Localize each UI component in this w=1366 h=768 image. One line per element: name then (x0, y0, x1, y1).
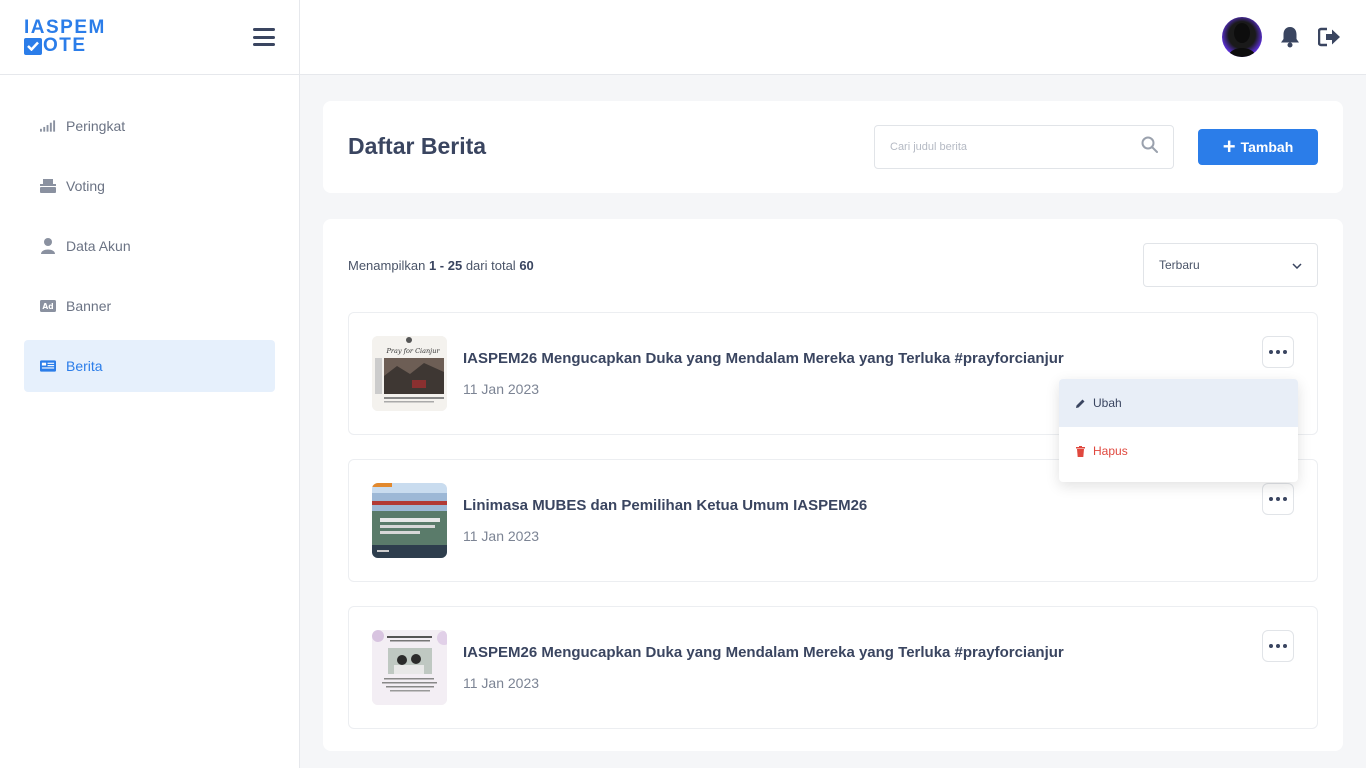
page-header: Daftar Berita + Tambah (323, 101, 1343, 193)
sidebar-nav: Peringkat Voting Data Akun Ad Banner Ber… (0, 75, 299, 392)
chevron-down-icon (1292, 258, 1302, 272)
result-summary: Menampilkan 1 - 25 dari total 60 (348, 258, 534, 273)
news-date: 11 Jan 2023 (463, 675, 540, 691)
user-icon (40, 238, 56, 254)
sidebar-item-banner[interactable]: Ad Banner (24, 280, 275, 332)
trash-icon (1074, 445, 1086, 457)
sidebar-item-label: Data Akun (66, 238, 131, 254)
sidebar-item-label: Banner (66, 298, 112, 314)
sidebar: IASPEM OTE Peringkat Voting Data Akun Ad… (0, 0, 300, 768)
avatar[interactable] (1222, 17, 1262, 57)
sort-value: Terbaru (1159, 258, 1200, 272)
edit-menu-item[interactable]: Ubah (1059, 379, 1298, 427)
sidebar-item-peringkat[interactable]: Peringkat (24, 100, 275, 152)
result-total: 60 (519, 258, 534, 273)
more-options-icon[interactable] (1262, 630, 1294, 662)
brand-logo-line2: OTE (43, 35, 87, 56)
signal-bars-icon (40, 118, 56, 134)
add-news-button[interactable]: + Tambah (1198, 129, 1318, 165)
news-thumbnail (372, 483, 447, 558)
news-thumbnail (372, 630, 447, 705)
delete-label: Hapus (1093, 444, 1128, 458)
search-input[interactable] (890, 141, 1141, 153)
item-action-menu: Ubah Hapus (1059, 379, 1298, 482)
plus-icon: + (1222, 134, 1236, 159)
newspaper-icon (40, 358, 56, 374)
sidebar-item-label: Peringkat (66, 118, 126, 134)
svg-text:Pray for Cianjur: Pray for Cianjur (385, 347, 440, 355)
sidebar-item-berita[interactable]: Berita (24, 340, 275, 392)
topbar (300, 0, 1366, 75)
sort-select[interactable]: Terbaru (1143, 243, 1318, 287)
more-options-icon[interactable] (1262, 336, 1294, 368)
more-options-icon[interactable] (1262, 483, 1294, 515)
page-title: Daftar Berita (348, 133, 487, 159)
sidebar-item-data-akun[interactable]: Data Akun (24, 220, 275, 272)
sidebar-item-label: Voting (66, 178, 105, 194)
news-title[interactable]: Linimasa MUBES dan Pemilihan Ketua Umum … (463, 497, 867, 514)
sidebar-item-label: Berita (66, 358, 103, 374)
logout-icon[interactable] (1318, 25, 1342, 49)
menu-toggle-icon[interactable] (253, 28, 275, 46)
news-list-card: Menampilkan 1 - 25 dari total 60 Terbaru… (323, 219, 1343, 751)
news-item[interactable]: IASPEM26 Mengucapkan Duka yang Mendalam … (348, 606, 1318, 729)
news-thumbnail: Pray for Cianjur (372, 336, 447, 411)
sidebar-item-voting[interactable]: Voting (24, 160, 275, 212)
result-range: 1 - 25 (428, 258, 463, 273)
ballot-box-icon (40, 178, 56, 194)
news-date: 11 Jan 2023 (463, 381, 540, 397)
svg-text:Ad: Ad (42, 302, 53, 311)
check-icon (24, 37, 42, 55)
news-title[interactable]: IASPEM26 Mengucapkan Duka yang Mendalam … (463, 350, 1064, 367)
brand-logo[interactable]: IASPEM OTE (24, 18, 106, 56)
add-news-label: Tambah (1240, 139, 1294, 155)
edit-label: Ubah (1093, 396, 1122, 410)
pencil-icon (1074, 397, 1086, 409)
news-title[interactable]: IASPEM26 Mengucapkan Duka yang Mendalam … (463, 644, 1064, 661)
search-box[interactable] (874, 125, 1174, 169)
delete-menu-item[interactable]: Hapus (1059, 427, 1298, 475)
ad-icon: Ad (40, 298, 56, 314)
news-date: 11 Jan 2023 (463, 528, 540, 544)
search-icon[interactable] (1141, 136, 1158, 158)
logo-bar: IASPEM OTE (0, 0, 299, 75)
bell-icon[interactable] (1278, 25, 1302, 49)
